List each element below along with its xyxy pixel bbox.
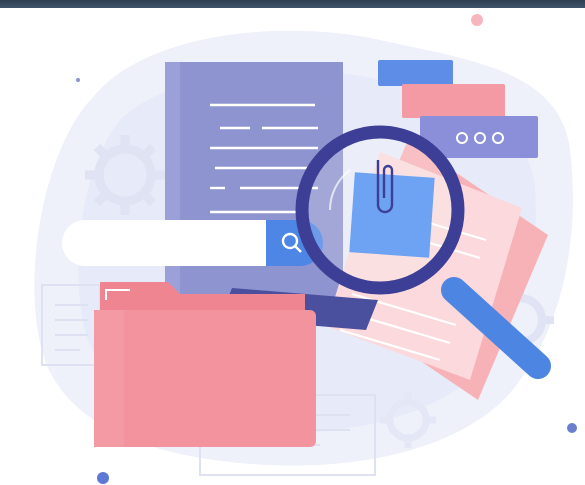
accent-dot: [471, 14, 483, 26]
accent-dot: [76, 78, 80, 82]
tab-pink: [402, 84, 505, 118]
document-search-illustration: [34, 14, 577, 484]
accent-dot: [97, 472, 109, 484]
accent-dot: [567, 423, 577, 433]
folder-icon: [94, 282, 316, 447]
tab-blue: [378, 60, 453, 86]
